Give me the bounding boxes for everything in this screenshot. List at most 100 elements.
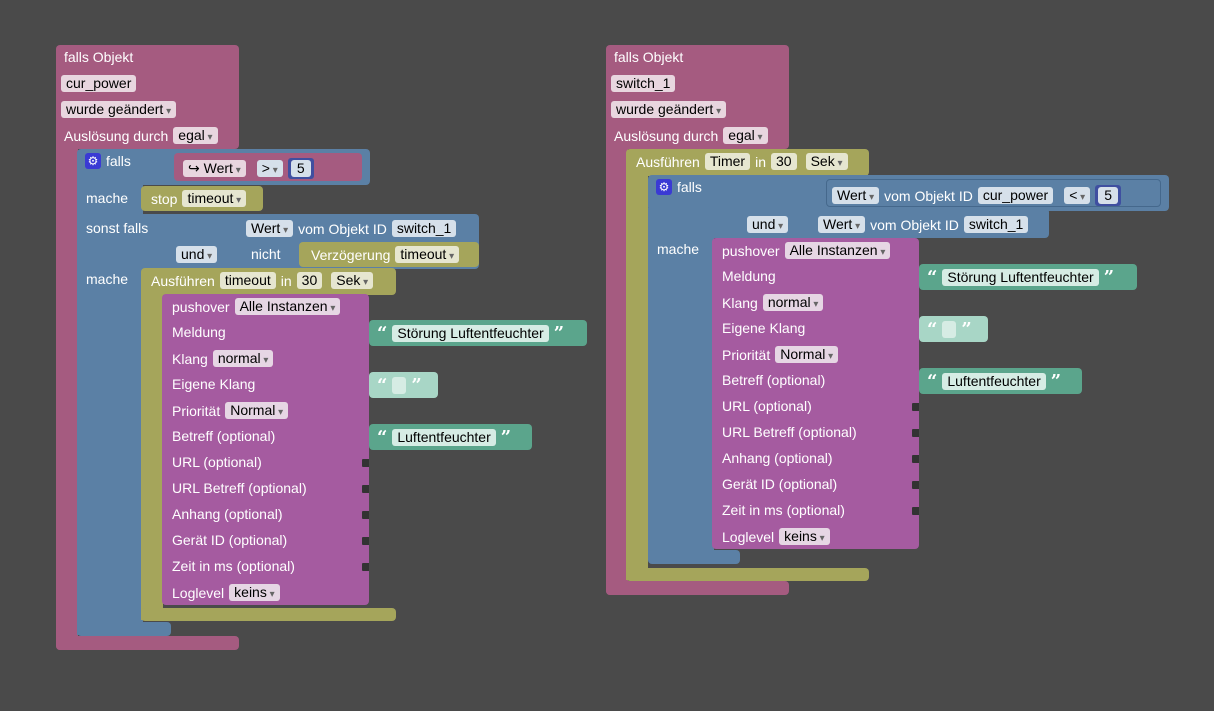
instance-dropdown[interactable]: Alle Instanzen (784, 242, 891, 259)
open-quote-icon: “ (377, 323, 388, 344)
trigger-dropdown[interactable]: wurde geändert (61, 101, 177, 118)
right-timer-bottom (626, 568, 869, 581)
wert-dropdown[interactable]: Wert (246, 220, 294, 237)
ausloesung-dropdown[interactable]: egal (723, 127, 768, 144)
prio-dropdown[interactable]: Normal (225, 402, 289, 419)
loglevel-label: Loglevel (172, 584, 225, 601)
left-timer-spine (141, 290, 163, 620)
ausloesung-label: Auslösung durch (64, 127, 169, 144)
close-quote-icon: ” (1050, 371, 1062, 392)
anhang-label: Anhang (optional) (722, 450, 833, 466)
input-socket (912, 429, 919, 437)
mache-label: mache (86, 190, 129, 206)
if-label: falls (106, 153, 131, 169)
number-value[interactable]: 5 (290, 160, 311, 177)
object-id-field[interactable]: switch_1 (611, 75, 676, 92)
left-if-bottom (77, 622, 171, 636)
mache-label: mache (657, 241, 700, 257)
right-event-bottom (606, 581, 789, 595)
timer-name-field[interactable]: Timer (704, 153, 751, 170)
empty-text-value[interactable] (942, 321, 957, 338)
wert-dropdown[interactable]: Wert (818, 216, 866, 233)
left-timer-bottom (141, 608, 396, 621)
zeit-label: Zeit in ms (optional) (172, 558, 295, 574)
vom-objekt-label: vom Objekt ID (870, 216, 959, 233)
object-id-field[interactable]: cur_power (61, 75, 137, 92)
url-label: URL (optional) (722, 398, 812, 414)
klang-dropdown[interactable]: normal (212, 350, 274, 367)
klang-label: Klang (722, 294, 758, 311)
empty-text-value[interactable] (392, 377, 407, 394)
gear-icon[interactable]: ⚙ (85, 153, 101, 169)
ausfuehren-label: Ausführen (636, 153, 700, 170)
ausloesung-label: Auslösung durch (614, 127, 719, 144)
close-quote-icon: ” (961, 319, 972, 340)
if-label: falls (677, 179, 702, 195)
close-quote-icon: ” (553, 323, 565, 344)
zeit-label: Zeit in ms (optional) (722, 502, 845, 518)
right-if-spine (648, 230, 714, 560)
falls-objekt-label: falls Objekt (64, 49, 134, 65)
geraet-label: Gerät ID (optional) (722, 476, 838, 492)
number-value[interactable]: 5 (1098, 187, 1119, 204)
text-value[interactable]: Luftentfeuchter (392, 429, 496, 446)
right-if-bottom (648, 550, 740, 564)
input-socket (362, 511, 369, 519)
loglevel-dropdown[interactable]: keins (229, 584, 280, 601)
ausloesung-dropdown[interactable]: egal (173, 127, 218, 144)
open-quote-icon: “ (927, 267, 938, 288)
trigger-dropdown[interactable]: wurde geändert (611, 101, 727, 118)
logic-operator-dropdown[interactable]: und (747, 216, 789, 233)
nicht-label: nicht (251, 246, 281, 262)
in-label: in (755, 153, 766, 170)
pushover-label: pushover (722, 242, 780, 259)
text-value[interactable]: Störung Luftentfeuchter (942, 269, 1099, 286)
url-betreff-label: URL Betreff (optional) (722, 424, 857, 440)
open-quote-icon: “ (927, 371, 938, 392)
number-block[interactable]: 5 (287, 158, 314, 179)
instance-dropdown[interactable]: Alle Instanzen (234, 298, 341, 315)
prio-dropdown[interactable]: Normal (775, 346, 839, 363)
timer-name-field[interactable]: timeout (219, 272, 276, 289)
eigene-klang-label: Eigene Klang (722, 320, 806, 336)
open-quote-icon: “ (377, 427, 388, 448)
timer-value-field[interactable]: 30 (771, 153, 797, 170)
object-id-field[interactable]: cur_power (977, 187, 1054, 204)
ausfuehren-label: Ausführen (151, 272, 215, 289)
verzoegerung-label: Verzögerung (311, 246, 391, 263)
delay-timer-dropdown[interactable]: timeout (395, 246, 460, 263)
stop-timer-dropdown[interactable]: timeout (182, 190, 247, 207)
left-event-spine (56, 140, 78, 650)
input-socket (912, 507, 919, 515)
loglevel-dropdown[interactable]: keins (779, 528, 830, 545)
compare-operator-dropdown[interactable]: < (1064, 187, 1091, 204)
open-quote-icon: “ (377, 375, 388, 396)
timer-unit-dropdown[interactable]: Sek (805, 153, 848, 170)
geraet-label: Gerät ID (optional) (172, 532, 288, 548)
object-id-field[interactable]: switch_1 (963, 216, 1029, 233)
text-value[interactable]: Luftentfeuchter (942, 373, 1046, 390)
meldung-label: Meldung (722, 268, 776, 284)
close-quote-icon: ” (411, 375, 422, 396)
logic-operator-dropdown[interactable]: und (176, 246, 218, 263)
url-betreff-label: URL Betreff (optional) (172, 480, 307, 496)
open-quote-icon: “ (927, 319, 938, 340)
klang-label: Klang (172, 350, 208, 367)
betreff-label: Betreff (optional) (722, 372, 826, 388)
right-timer-spine (626, 170, 648, 580)
right-event-spine (606, 140, 628, 595)
gear-icon[interactable]: ⚙ (656, 179, 672, 195)
wert-dropdown[interactable]: Wert (832, 187, 880, 204)
prio-label: Priorität (722, 346, 771, 363)
text-value[interactable]: Störung Luftentfeuchter (392, 325, 549, 342)
object-id-field[interactable]: switch_1 (391, 220, 457, 237)
timer-unit-dropdown[interactable]: Sek (331, 272, 374, 289)
klang-dropdown[interactable]: normal (762, 294, 824, 311)
eigene-klang-label: Eigene Klang (172, 376, 256, 392)
compare-operator-dropdown[interactable]: > (256, 160, 283, 177)
value-label: Wert (203, 160, 233, 176)
falls-objekt-label: falls Objekt (614, 49, 684, 65)
timer-value-field[interactable]: 30 (296, 272, 323, 289)
value-arrow-field[interactable]: ↪ Wert ▾ (183, 160, 246, 177)
number-block[interactable]: 5 (1095, 185, 1122, 206)
